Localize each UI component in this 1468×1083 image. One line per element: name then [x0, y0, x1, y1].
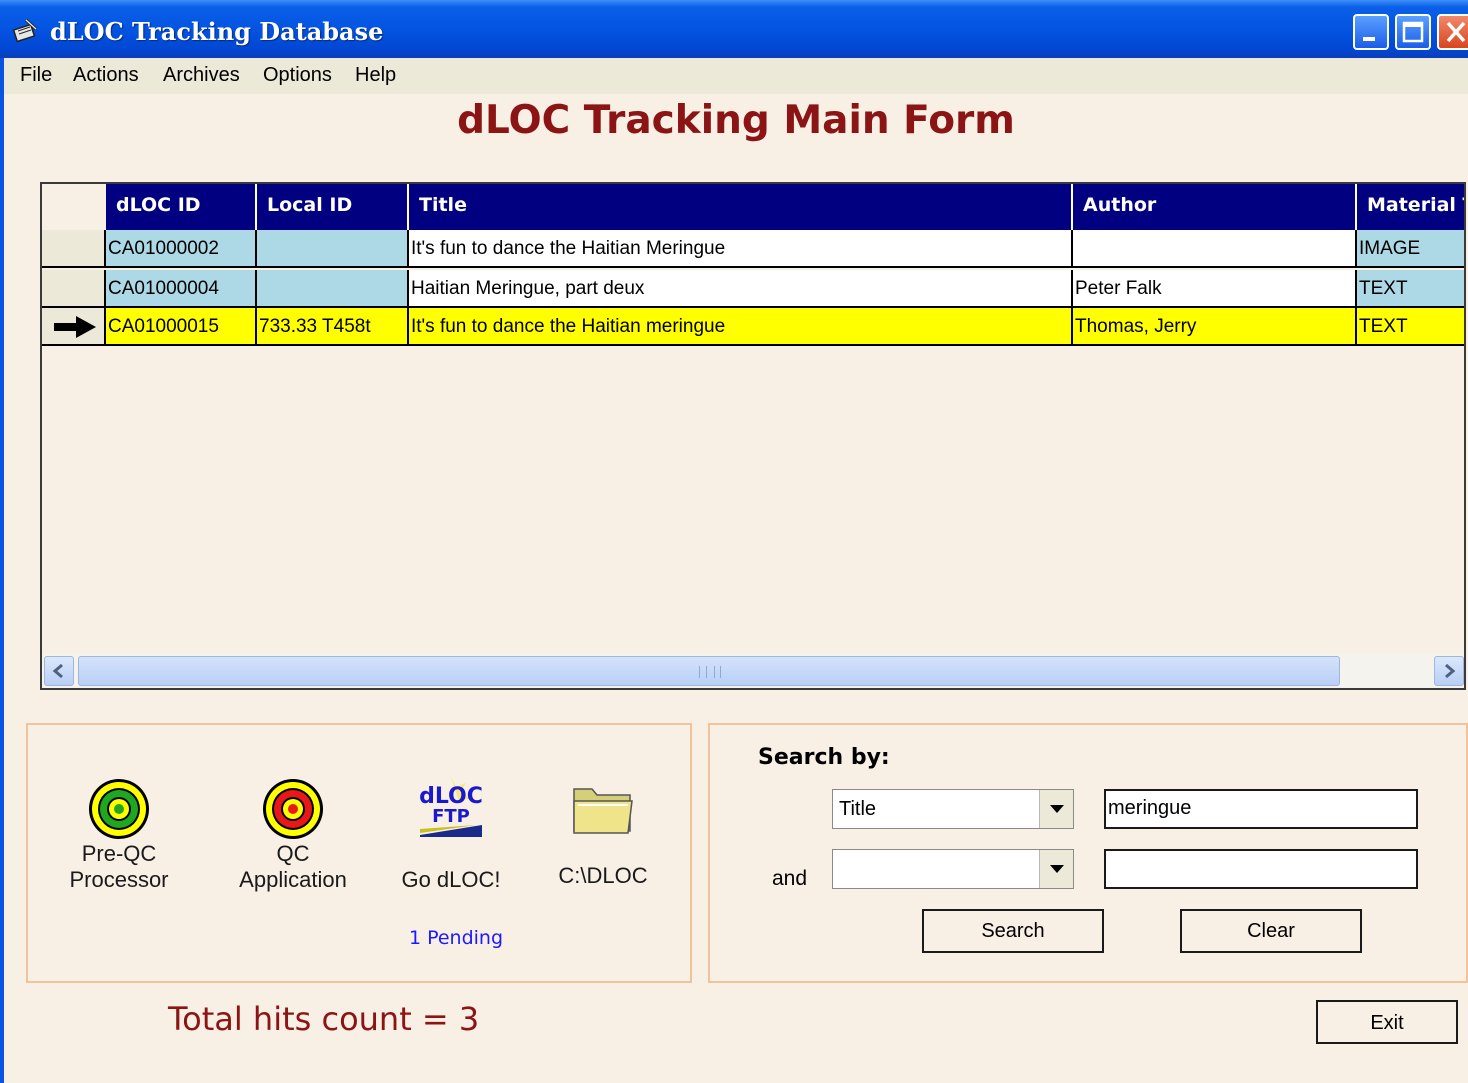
scroll-right-button[interactable] [1434, 656, 1464, 686]
cell-author[interactable]: Thomas, Jerry [1073, 308, 1357, 344]
target-green-icon [89, 779, 149, 839]
pending-count[interactable]: 1 Pending [376, 927, 536, 949]
column-header-author[interactable]: Author [1073, 184, 1357, 230]
launcher-label-line2: C:\DLOC [558, 863, 648, 888]
current-row-arrow-icon [54, 316, 96, 338]
menu-help[interactable]: Help [355, 64, 396, 87]
launcher-label-line1 [528, 837, 678, 863]
column-header-dloc-id[interactable]: dLOC ID [106, 184, 257, 230]
total-hits-count: Total hits count = 3 [168, 1000, 480, 1038]
table-row[interactable]: CA01000004 Haitian Meringue, part deux P… [42, 270, 1464, 308]
cell-title[interactable]: It's fun to dance the Haitian meringue [409, 308, 1073, 344]
cell-dloc-id[interactable]: CA01000004 [106, 270, 257, 306]
grid-header: dLOC ID Local ID Title Author Material T [106, 184, 1464, 230]
table-row-selected[interactable]: CA01000015 733.33 T458t It's fun to danc… [42, 308, 1464, 346]
launcher-label-line1: Pre-QC [81, 841, 157, 866]
cell-local-id[interactable] [257, 270, 409, 306]
menu-options[interactable]: Options [263, 64, 332, 87]
cell-material[interactable]: TEXT [1357, 308, 1464, 344]
cell-author[interactable]: Peter Falk [1073, 270, 1357, 306]
menu-archives[interactable]: Archives [163, 64, 240, 87]
row-selector[interactable] [42, 270, 106, 306]
dloc-folder-launcher[interactable]: C:\DLOC [528, 777, 678, 889]
chevron-down-icon [1050, 865, 1064, 873]
search-field1-dropdown-button[interactable] [1039, 790, 1073, 828]
target-red-icon [263, 779, 323, 839]
maximize-icon [1402, 21, 1424, 43]
cell-dloc-id[interactable]: CA01000002 [106, 230, 257, 266]
title-bar[interactable]: dLOC Tracking Database [0, 0, 1468, 58]
menu-file[interactable]: File [20, 64, 52, 87]
menu-actions[interactable]: Actions [73, 64, 139, 87]
cell-author[interactable] [1073, 230, 1357, 266]
form-title: dLOC Tracking Main Form [457, 98, 1015, 143]
cell-material[interactable]: TEXT [1357, 270, 1464, 306]
scroll-grip-icon [699, 666, 721, 678]
search-value2-input[interactable] [1104, 849, 1418, 889]
column-header-material[interactable]: Material T [1357, 184, 1464, 230]
app-icon [12, 18, 38, 42]
go-dloc-launcher[interactable]: dLOC FTP Go dLOC! [376, 777, 526, 893]
chevron-right-icon [1445, 663, 1456, 679]
close-icon [1446, 21, 1466, 43]
chevron-down-icon [1050, 805, 1064, 813]
maximize-button[interactable] [1395, 14, 1431, 50]
cell-title[interactable]: Haitian Meringue, part deux [409, 270, 1073, 306]
search-field2-select[interactable] [832, 849, 1074, 889]
cell-material[interactable]: IMAGE [1357, 230, 1464, 266]
column-header-local-id[interactable]: Local ID [257, 184, 409, 230]
launcher-label-line2: Go dLOC! [401, 867, 501, 892]
row-selector[interactable] [42, 230, 106, 266]
folder-icon [573, 788, 633, 834]
scroll-thumb[interactable] [78, 656, 1340, 686]
table-row[interactable]: CA01000002 It's fun to dance the Haitian… [42, 230, 1464, 268]
launcher-label-line1 [376, 841, 526, 867]
launcher-label-line1: QC [276, 841, 310, 866]
horizontal-scrollbar[interactable] [42, 654, 1464, 688]
search-by-label: Search by: [758, 745, 890, 770]
results-grid[interactable]: dLOC ID Local ID Title Author Material T… [40, 182, 1466, 690]
minimize-button[interactable] [1353, 14, 1389, 50]
launcher-label-line2: Processor [69, 867, 169, 892]
close-button[interactable] [1437, 14, 1468, 50]
search-value1-input[interactable]: meringue [1104, 789, 1418, 829]
search-panel: Search by: Title meringue and Search Cle… [708, 723, 1468, 983]
pre-qc-processor-launcher[interactable]: Pre-QC Processor [44, 777, 194, 893]
row-selector[interactable] [42, 308, 106, 344]
column-header-title[interactable]: Title [409, 184, 1073, 230]
svg-text:FTP: FTP [432, 806, 470, 827]
cell-dloc-id[interactable]: CA01000015 [106, 308, 257, 344]
app-window: dLOC Tracking Database File Actions Arch… [0, 0, 1468, 1083]
menu-bar: File Actions Archives Options Help [4, 58, 1468, 94]
search-field1-value: Title [839, 798, 877, 820]
exit-button[interactable]: Exit [1316, 1000, 1458, 1044]
cell-local-id[interactable]: 733.33 T458t [257, 308, 409, 344]
and-label: and [772, 867, 808, 890]
dloc-ftp-icon: dLOC FTP [419, 777, 483, 837]
launchers-panel: Pre-QC Processor QC Application dLOC FTP [26, 723, 692, 983]
clear-button[interactable]: Clear [1180, 909, 1362, 953]
search-field1-select[interactable]: Title [832, 789, 1074, 829]
cell-local-id[interactable] [257, 230, 409, 266]
window-title: dLOC Tracking Database [50, 17, 384, 46]
scroll-left-button[interactable] [44, 656, 74, 686]
cell-title[interactable]: It's fun to dance the Haitian Meringue [409, 230, 1073, 266]
chevron-left-icon [52, 663, 63, 679]
search-button[interactable]: Search [922, 909, 1104, 953]
minimize-icon [1363, 37, 1375, 41]
qc-application-launcher[interactable]: QC Application [218, 777, 368, 893]
search-field2-dropdown-button[interactable] [1039, 850, 1073, 888]
launcher-label-line2: Application [239, 867, 347, 892]
